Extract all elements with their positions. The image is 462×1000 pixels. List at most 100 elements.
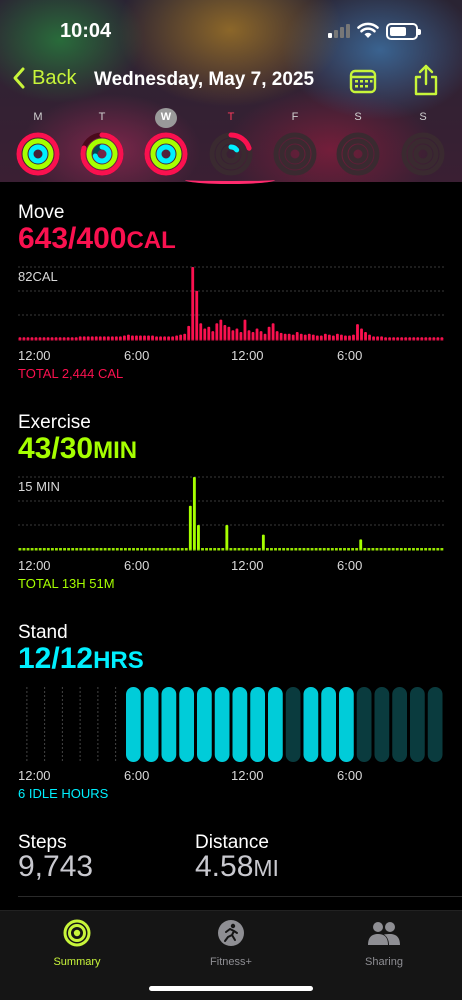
move-bar bbox=[46, 337, 50, 339]
exercise-baseline-dot bbox=[38, 548, 42, 551]
exercise-label: Exercise bbox=[18, 412, 91, 433]
move-bar bbox=[319, 335, 323, 339]
move-bar bbox=[311, 334, 315, 339]
tab-fitness-plus[interactable]: Fitness+ bbox=[171, 919, 291, 968]
fitness-plus-icon bbox=[218, 920, 244, 946]
exercise-baseline-dot bbox=[318, 548, 322, 551]
exercise-value-number: 43/30 bbox=[18, 432, 94, 465]
stand-hour-bar bbox=[285, 687, 301, 762]
move-bar bbox=[42, 337, 46, 339]
exercise-baseline-dot bbox=[128, 548, 131, 551]
move-bar bbox=[207, 326, 211, 339]
calendar-icon[interactable] bbox=[349, 68, 377, 94]
activity-rings-icon bbox=[401, 132, 445, 176]
share-icon[interactable] bbox=[412, 64, 440, 96]
exercise-baseline-dot bbox=[83, 548, 87, 551]
stand-hour-bar bbox=[214, 687, 230, 762]
back-button[interactable]: Back bbox=[12, 66, 76, 90]
move-bar bbox=[50, 337, 54, 339]
exercise-baseline-dot bbox=[343, 548, 346, 551]
tab-sharing[interactable]: Sharing bbox=[324, 919, 444, 968]
move-x-tick-1: 6:00 bbox=[124, 348, 150, 363]
move-bar bbox=[98, 336, 102, 339]
chevron-left-icon bbox=[13, 67, 25, 89]
move-bar bbox=[38, 337, 42, 339]
move-bar bbox=[143, 335, 146, 339]
tab-summary-label: Summary bbox=[53, 956, 101, 968]
move-bar bbox=[62, 337, 66, 339]
stand-hour-bar bbox=[268, 687, 283, 762]
move-bar bbox=[58, 337, 62, 339]
move-bar bbox=[348, 335, 351, 339]
move-bar bbox=[211, 331, 215, 339]
move-bar bbox=[22, 337, 26, 339]
exercise-bar bbox=[359, 539, 363, 549]
stand-value: 12/12HRS bbox=[18, 642, 144, 676]
exercise-baseline-dot bbox=[67, 548, 71, 551]
move-x-tick-2: 12:00 bbox=[231, 348, 264, 363]
move-bar bbox=[78, 336, 82, 339]
exercise-baseline-dot bbox=[395, 548, 399, 551]
day-5[interactable]: S bbox=[334, 108, 382, 177]
move-bar bbox=[404, 337, 408, 339]
activity-rings-icon bbox=[209, 132, 253, 176]
exercise-baseline-dot bbox=[334, 548, 338, 551]
exercise-baseline-dot bbox=[229, 548, 233, 551]
distance-value-unit: MI bbox=[253, 855, 279, 881]
exercise-baseline-dot bbox=[424, 548, 428, 551]
move-bar bbox=[231, 330, 235, 339]
exercise-baseline-dot bbox=[290, 548, 294, 551]
exercise-baseline-dot bbox=[302, 548, 306, 551]
move-bar bbox=[34, 337, 38, 339]
exercise-baseline-dot bbox=[351, 548, 355, 551]
move-bar bbox=[94, 336, 98, 339]
exercise-baseline-dot bbox=[274, 548, 277, 551]
exercise-bar bbox=[188, 505, 192, 549]
stand-hour-bar bbox=[410, 687, 425, 762]
move-bar bbox=[131, 335, 134, 339]
exercise-baseline-dot bbox=[339, 548, 342, 551]
day-3[interactable]: T bbox=[207, 108, 255, 177]
day-6[interactable]: S bbox=[399, 108, 447, 177]
exercise-baseline-dot bbox=[164, 548, 168, 551]
exercise-baseline-dot bbox=[144, 548, 148, 551]
move-value-unit: CAL bbox=[126, 227, 176, 254]
stand-chart bbox=[26, 687, 443, 762]
move-bar bbox=[267, 326, 271, 339]
day-0[interactable]: M bbox=[14, 108, 62, 177]
stand-hour-bar bbox=[250, 687, 265, 762]
exercise-baseline-dot bbox=[42, 548, 46, 551]
move-bar bbox=[283, 333, 287, 339]
exercise-baseline-dot bbox=[367, 548, 371, 551]
day-1[interactable]: T bbox=[78, 108, 126, 177]
move-bar bbox=[323, 333, 327, 339]
move-bar bbox=[376, 336, 379, 339]
move-bar bbox=[215, 323, 219, 339]
exercise-baseline-dot bbox=[371, 548, 375, 551]
move-bar bbox=[356, 324, 359, 339]
day-4[interactable]: F bbox=[271, 108, 319, 177]
exercise-bar bbox=[261, 534, 265, 549]
exercise-baseline-dot bbox=[168, 548, 172, 551]
activity-rings-icon bbox=[144, 132, 188, 176]
cellular-signal-icon bbox=[328, 24, 350, 38]
exercise-baseline-dot bbox=[428, 548, 432, 551]
exercise-baseline-dot bbox=[420, 548, 424, 551]
activity-rings-icon bbox=[273, 132, 317, 176]
exercise-baseline-dot bbox=[399, 548, 403, 551]
stand-x-tick-0: 12:00 bbox=[18, 768, 51, 783]
exercise-baseline-dot bbox=[55, 548, 58, 551]
exercise-baseline-dot bbox=[132, 548, 135, 551]
exercise-baseline-dot bbox=[148, 548, 152, 551]
exercise-baseline-dot bbox=[213, 548, 217, 551]
stand-x-tick-3: 6:00 bbox=[337, 768, 363, 783]
day-2[interactable]: W bbox=[142, 108, 190, 177]
exercise-baseline-dot bbox=[115, 548, 119, 551]
exercise-baseline-dot bbox=[375, 548, 379, 551]
exercise-baseline-dot bbox=[103, 548, 107, 551]
exercise-baseline-dot bbox=[119, 548, 123, 551]
tab-summary[interactable]: Summary bbox=[17, 919, 137, 968]
exercise-baseline-dot bbox=[387, 548, 391, 551]
stand-hour-bar bbox=[356, 687, 372, 762]
move-bar bbox=[175, 335, 179, 339]
